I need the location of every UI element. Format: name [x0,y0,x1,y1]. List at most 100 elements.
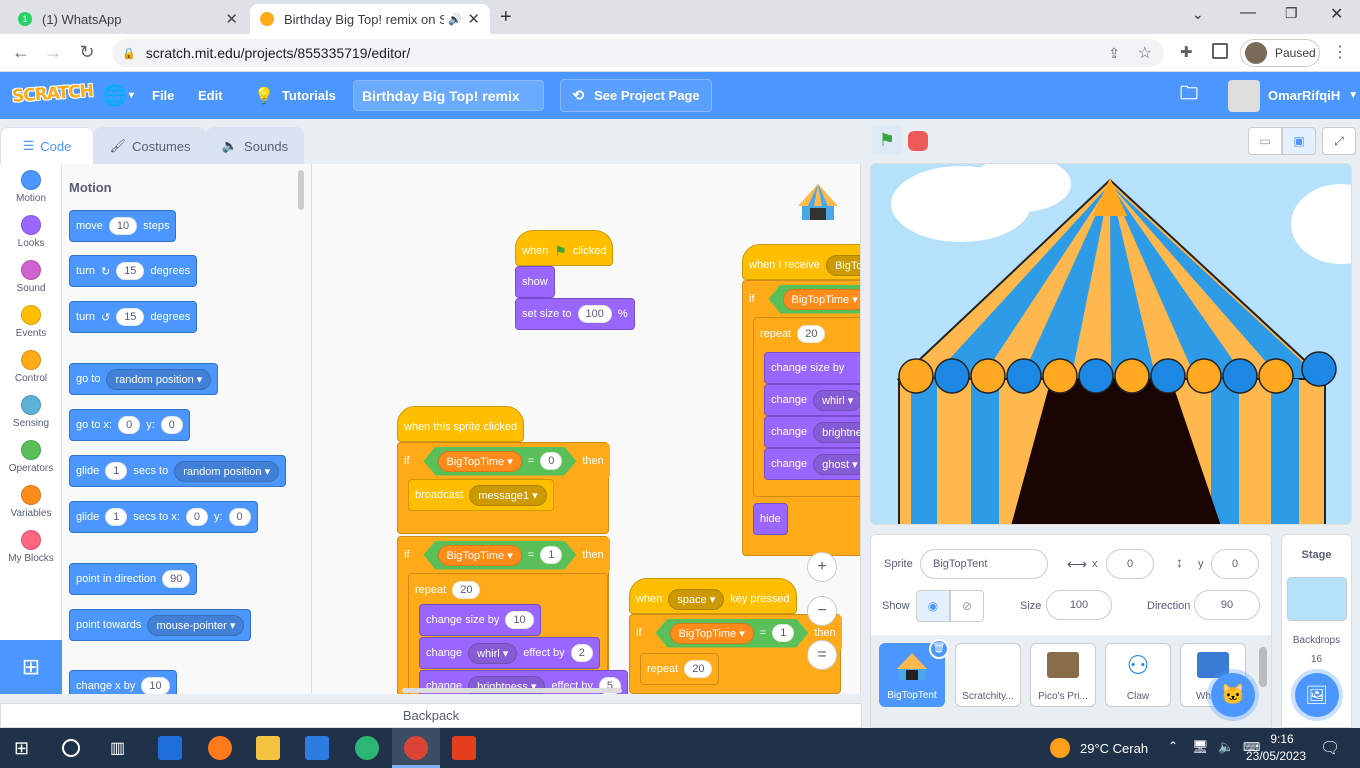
small-stage-button[interactable]: ▭ [1248,127,1282,155]
office-icon[interactable] [452,736,476,760]
zoom-reset-button[interactable]: = [807,640,837,670]
normal-stage-button[interactable]: ▣ [1282,127,1316,155]
zoom-out-button[interactable]: − [807,596,837,626]
block-input[interactable]: 20 [684,660,713,678]
block-dropdown[interactable]: whirl [813,389,860,411]
block-when-i-receive[interactable]: when I receive BigTo [742,244,860,280]
block-input[interactable]: 1 [105,462,128,480]
palette-scrollbar[interactable] [298,170,304,210]
variable-reporter[interactable]: BigTopTime [670,623,754,644]
equals-operator[interactable]: BigTopTime = 1 [656,619,809,648]
block-dropdown[interactable]: random position [174,460,280,482]
size-input[interactable]: 100 [1046,590,1112,620]
add-extension-button[interactable]: ⊞ [0,640,62,694]
block-turn-right[interactable]: turn ↻ 15 degrees [69,255,198,287]
browser-tab-whatsapp[interactable]: 1 (1) WhatsApp ✕ [8,4,248,34]
store-icon[interactable] [305,736,329,760]
show-visible-button[interactable]: ◉ [916,590,950,622]
block-go-to-xy[interactable]: go to x: 0 y: 0 [69,409,190,441]
tab-costumes[interactable]: 🖌 Costumes [94,127,206,164]
block-if-then-2[interactable]: if BigTopTime = 1 then repeat 20 change s… [397,536,628,694]
project-title-input[interactable]: Birthday Big Top! remix [353,80,544,111]
block-change-effect[interactable]: change brightne [764,416,860,448]
block-input[interactable]: 0 [540,452,562,470]
block-dropdown[interactable]: mouse-pointer [147,614,245,636]
block-change-size[interactable]: change size by 10 [419,604,541,636]
block-input[interactable]: 0 [185,508,208,526]
block-input[interactable]: 15 [116,262,145,280]
clock-time[interactable]: 9:16 [1262,732,1302,746]
workspace-scrollbar[interactable] [402,688,622,693]
file-explorer-icon[interactable] [256,736,280,760]
equals-operator[interactable]: BigTopTime = 1 [424,541,577,570]
block-input[interactable]: 10 [505,611,534,629]
block-set-size[interactable]: set size to 100% [515,298,635,330]
block-broadcast[interactable]: broadcast message1 [408,479,554,511]
block-input[interactable]: 2 [570,644,593,662]
stage-canvas[interactable] [870,163,1352,525]
variable-reporter[interactable]: BigTopTime [438,451,522,472]
green-flag-button[interactable]: ⚑ [872,125,902,155]
sprite-list-scrollbar[interactable] [1259,647,1267,687]
block-repeat[interactable]: repeat 20 change size by change whirl chan… [753,317,860,497]
equals-operator[interactable]: BigTopTime [769,285,862,314]
category-events[interactable]: Events [0,305,62,339]
sprite-tile[interactable]: Scratchity... [955,643,1021,707]
category-operators[interactable]: Operators [0,440,62,474]
edge-icon[interactable] [355,736,379,760]
category-control[interactable]: Control [0,350,62,384]
block-if-then-1[interactable]: if BigTopTime = 0 then broadcast message1 [397,442,610,534]
category-looks[interactable]: Looks [0,215,62,249]
tab-code[interactable]: ☰ Code [0,127,94,164]
choose-backdrop-button[interactable]: 🖼 [1294,673,1339,717]
sprite-name-input[interactable]: BigTopTent [920,549,1048,579]
chrome-taskbar-button[interactable] [392,728,440,768]
block-show[interactable]: show [515,266,555,298]
fullscreen-button[interactable]: ⤢ [1322,127,1356,155]
category-motion[interactable]: Motion [0,170,62,204]
block-input[interactable]: 20 [452,581,481,599]
minimize-button[interactable]: — [1240,4,1256,22]
block-repeat[interactable]: repeat 20 [640,653,720,685]
block-when-flag-clicked[interactable]: when ⚑ clicked [515,230,614,266]
block-input[interactable]: 1 [540,546,562,564]
block-dropdown[interactable]: ghost [813,453,860,475]
block-turn-left[interactable]: turn ↺ 15 degrees [69,301,198,333]
url-field[interactable]: 🔒 scratch.mit.edu/projects/855335719/edi… [112,39,1164,67]
volume-icon[interactable]: 🔈 [1218,739,1234,755]
weather-sun-icon[interactable] [1050,738,1070,758]
script-workspace[interactable]: when ⚑ clicked show set size to 100% when t… [312,164,861,694]
block-input[interactable]: 0 [228,508,251,526]
block-dropdown[interactable]: space [668,588,725,610]
my-stuff-folder-icon[interactable]: 🗀 [1180,72,1198,119]
see-project-page-button[interactable]: ⟲ See Project Page [560,79,712,112]
block-change-effect[interactable]: change whirl [764,384,860,416]
x-position-input[interactable]: 0 [1106,549,1154,579]
block-change-effect[interactable]: change ghost [764,448,860,480]
block-input[interactable]: 10 [141,677,170,694]
side-panel-icon[interactable] [1212,43,1228,59]
close-tab-icon[interactable]: ✕ [225,10,238,28]
category-sound[interactable]: Sound [0,260,62,294]
search-icon[interactable] [62,739,80,757]
block-dropdown[interactable]: whirl [468,642,518,664]
block-when-key-pressed[interactable]: when space key pressed [629,578,797,614]
task-view-icon[interactable]: ▥ [110,738,125,758]
block-input[interactable]: 20 [797,325,826,343]
block-change-effect[interactable]: change whirl effect by 2 [419,637,600,669]
trash-icon[interactable]: 🗑 [929,639,949,659]
block-input[interactable]: 10 [108,217,138,235]
sprite-tile[interactable]: Pico's Pri... [1030,643,1096,707]
bookmark-star-icon[interactable]: ☆ [1138,43,1152,63]
hide-button[interactable]: ⊘ [950,590,984,622]
scratch-logo[interactable]: SCRATCH [11,81,93,107]
zoom-in-button[interactable]: + [807,552,837,582]
block-input[interactable]: 15 [116,308,145,326]
weather-text[interactable]: 29°C Cerah [1080,741,1148,756]
tab-search-icon[interactable]: ⌄ [1192,6,1204,23]
block-when-sprite-clicked[interactable]: when this sprite clicked [397,406,525,442]
block-input[interactable]: 1 [105,508,128,526]
block-dropdown[interactable]: message1 [469,484,547,506]
block-point-in-direction[interactable]: point in direction 90 [69,563,198,595]
mail-icon[interactable] [158,736,182,760]
